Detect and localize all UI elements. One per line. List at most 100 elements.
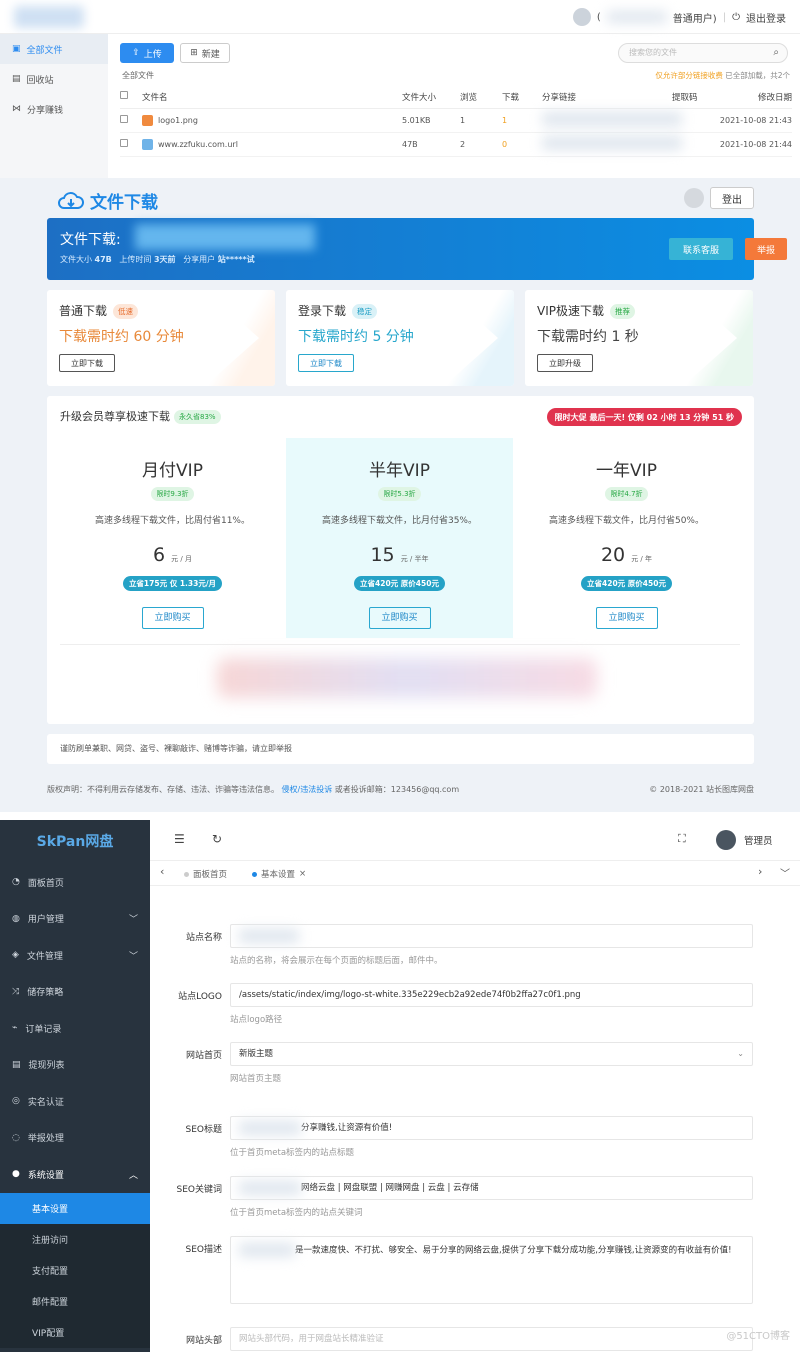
submenu-mail[interactable]: 邮件配置 bbox=[0, 1285, 150, 1317]
sidebar-item-label: 分享赚钱 bbox=[27, 105, 64, 116]
file-name[interactable]: logo1.png bbox=[158, 116, 198, 125]
card-name: 登录下载 bbox=[298, 304, 347, 318]
field-label: 网站头部 bbox=[185, 1336, 222, 1346]
withdraw-icon: ▤ bbox=[12, 1059, 21, 1070]
fullscreen-icon[interactable]: ⛶ bbox=[678, 832, 686, 846]
sidebar-item-share[interactable]: ⋈ 分享赚钱 bbox=[0, 94, 108, 124]
sidebar: ▣ 全部文件 ▤ 回收站 ⋈ 分享赚钱 bbox=[0, 34, 108, 178]
homepage-select[interactable]: 新版主题 ⌄ bbox=[230, 1042, 753, 1066]
price-unit: 元 / 月 bbox=[171, 555, 192, 563]
site-logo-input[interactable]: /assets/static/index/img/logo-st-white.3… bbox=[230, 983, 753, 1007]
refresh-icon[interactable]: ↻ bbox=[212, 832, 222, 846]
tab-next-icon[interactable]: › bbox=[758, 865, 762, 878]
upload-icon: ⇪ bbox=[132, 48, 140, 58]
image-file-icon bbox=[142, 114, 153, 126]
logout-link[interactable]: 退出登录 bbox=[746, 10, 786, 25]
col-views[interactable]: 浏览 bbox=[460, 86, 502, 109]
menu-item-settings[interactable]: ● 系统设置 ︿ bbox=[0, 1156, 150, 1193]
contact-service-button[interactable]: 联系客服 bbox=[669, 238, 733, 260]
menu-item-verify[interactable]: ◎ 实名认证 bbox=[0, 1083, 150, 1120]
download-now-button[interactable]: 立即下载 bbox=[298, 354, 354, 372]
plan-badge: 限时4.7折 bbox=[605, 487, 648, 501]
menu-item-reports[interactable]: ◌ 举报处理 bbox=[0, 1120, 150, 1157]
menu-toggle-icon[interactable]: ☰ bbox=[174, 832, 185, 846]
col-downloads[interactable]: 下载 bbox=[502, 86, 542, 109]
user-value: 站*****试 bbox=[217, 255, 255, 264]
sidebar-item-label: 回收站 bbox=[26, 75, 54, 86]
col-date[interactable]: 修改日期 bbox=[712, 86, 792, 109]
avatar[interactable] bbox=[716, 830, 736, 850]
chevron-down-icon: ﹀ bbox=[128, 951, 138, 962]
file-views: 1 bbox=[460, 108, 502, 133]
breadcrumb[interactable]: 全部文件 bbox=[122, 70, 154, 81]
report-button[interactable]: 举报 bbox=[745, 238, 787, 260]
submenu-basic[interactable]: 基本设置 bbox=[0, 1192, 150, 1224]
menu-item-withdraw[interactable]: ▤ 提现列表 bbox=[0, 1047, 150, 1084]
vip-heading: 升级会员尊享极速下载 永久省83% bbox=[60, 408, 221, 424]
download-page-screenshot: 文件下载 登出 文件下载: 文件大小 47B 上传时间 3天前 分享用户 站**… bbox=[0, 178, 800, 812]
col-size[interactable]: 文件大小 bbox=[402, 86, 460, 109]
avatar[interactable] bbox=[684, 188, 704, 208]
select-all-checkbox[interactable] bbox=[120, 91, 128, 100]
sidebar-item-recycle[interactable]: ▤ 回收站 bbox=[0, 64, 108, 94]
blurred-file-name bbox=[135, 224, 315, 250]
buy-button[interactable]: 立即购买 bbox=[141, 607, 204, 629]
admin-username[interactable]: 管理员 bbox=[744, 833, 773, 847]
seo-keywords-input[interactable]: 网络云盘 | 网盘联盟 | 网赚网盘 | 云盘 | 云存储 bbox=[230, 1176, 753, 1200]
upgrade-now-button[interactable]: 立即升级 bbox=[537, 354, 593, 372]
site-header-input[interactable]: 网站头部代码，用于网盘站长精准验证 bbox=[230, 1327, 753, 1351]
search-icon[interactable]: ⌕ bbox=[773, 44, 779, 62]
complaint-link[interactable]: 侵权/违法投诉 bbox=[282, 785, 333, 794]
avatar[interactable] bbox=[572, 8, 591, 26]
tab-basic-settings[interactable]: 基本设置 × bbox=[246, 864, 312, 884]
cloud-download-icon bbox=[58, 191, 84, 209]
link-file-icon bbox=[142, 138, 153, 150]
price-value: 20 bbox=[600, 544, 626, 566]
close-icon[interactable]: × bbox=[299, 869, 306, 879]
tab-prev-icon[interactable]: ‹ bbox=[160, 865, 164, 878]
table-row[interactable]: www.zzfuku.com.url 47B 2 0 2021-10-08 21… bbox=[120, 132, 792, 157]
sidebar-item-all-files[interactable]: ▣ 全部文件 bbox=[0, 34, 108, 64]
menu-label: 用户管理 bbox=[27, 915, 64, 926]
submenu-payment[interactable]: 支付配置 bbox=[0, 1254, 150, 1286]
tab-dot bbox=[252, 871, 257, 877]
menu-item-dashboard[interactable]: ◔ 面板首页 bbox=[0, 864, 150, 901]
table-row[interactable]: logo1.png 5.01KB 1 1 2021-10-08 21:43 bbox=[120, 108, 792, 133]
upload-button[interactable]: ⇪ 上传 bbox=[120, 43, 174, 63]
vip-upgrade-panel: 升级会员尊享极速下载 永久省83% 限时大促 最后一天! 仅剩 02 小时 13 … bbox=[47, 396, 754, 724]
row-checkbox[interactable] bbox=[120, 115, 128, 123]
menu-item-users[interactable]: ◍ 用户管理 ﹀ bbox=[0, 901, 150, 938]
chevron-down-icon[interactable]: ﹀ bbox=[780, 865, 790, 880]
buy-button[interactable]: 立即购买 bbox=[368, 607, 431, 629]
field-hint: 站点logo路径 bbox=[230, 1015, 283, 1025]
homepage-value: 新版主题 bbox=[239, 1049, 274, 1059]
menu-item-orders[interactable]: ⌁ 订单记录 bbox=[0, 1010, 150, 1047]
row-checkbox[interactable] bbox=[120, 139, 128, 147]
col-name[interactable]: 文件名 bbox=[142, 86, 402, 109]
site-name-input[interactable] bbox=[230, 924, 753, 948]
plan-half-year: 半年VIP 限时5.3折 高速多线程下载文件，比月付省35%。 15 元 / 半… bbox=[286, 438, 513, 638]
seo-title-input[interactable]: 分享赚钱,让资源有价值! bbox=[230, 1116, 753, 1140]
new-icon: ⊞ bbox=[190, 48, 198, 58]
submenu-vip[interactable]: VIP配置 bbox=[0, 1316, 150, 1348]
menu-label: 举报处理 bbox=[27, 1134, 64, 1145]
plan-badge: 限时9.3折 bbox=[151, 487, 194, 501]
divider bbox=[60, 644, 740, 645]
seo-desc-textarea[interactable]: 是一款速度快、不打扰、够安全、易于分享的网络云盘,提供了分享下载分成功能,分享赚… bbox=[230, 1236, 753, 1304]
blurred-share-link bbox=[542, 112, 682, 126]
file-date: 2021-10-08 21:44 bbox=[712, 132, 792, 157]
new-button[interactable]: ⊞ 新建 bbox=[180, 43, 230, 63]
logout-button[interactable]: 登出 bbox=[710, 187, 754, 209]
submenu-register[interactable]: 注册访问 bbox=[0, 1223, 150, 1255]
file-downloads: 1 bbox=[502, 108, 542, 133]
col-share-link: 分享链接 bbox=[542, 86, 672, 109]
search-input[interactable]: 搜索您的文件 ⌕ bbox=[618, 43, 788, 63]
buy-button[interactable]: 立即购买 bbox=[595, 607, 658, 629]
menu-item-files[interactable]: ◈ 文件管理 ﹀ bbox=[0, 937, 150, 974]
menu-item-storage[interactable]: ⤨ 储存策略 bbox=[0, 974, 150, 1011]
file-name[interactable]: www.zzfuku.com.url bbox=[158, 140, 238, 149]
report-icon: ◌ bbox=[12, 1132, 20, 1143]
chevron-down-icon: ﹀ bbox=[128, 915, 138, 926]
tab-dashboard[interactable]: 面板首页 bbox=[178, 864, 233, 884]
download-now-button[interactable]: 立即下载 bbox=[59, 354, 115, 372]
